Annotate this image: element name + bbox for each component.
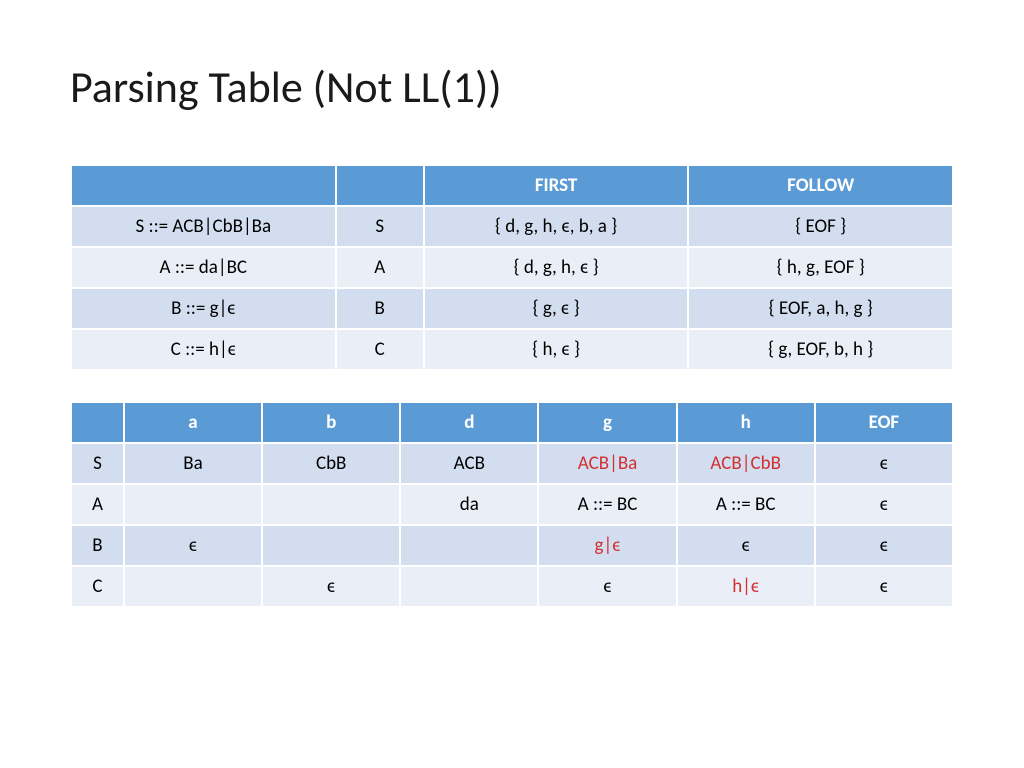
cell-b: CbB bbox=[262, 443, 400, 484]
first-cell: { h, ϵ } bbox=[424, 329, 689, 370]
cell-eof: ϵ bbox=[815, 443, 953, 484]
cell-a: ϵ bbox=[124, 525, 262, 566]
nt-cell: A bbox=[336, 247, 424, 288]
cell-g: A ::= BC bbox=[538, 484, 676, 525]
table-row: SBaCbBACBACB|BaACB|CbBϵ bbox=[71, 443, 953, 484]
nt-cell: S bbox=[336, 206, 424, 247]
nt-cell: C bbox=[336, 329, 424, 370]
grammar-cell: B ::= g|ϵ bbox=[71, 288, 336, 329]
first-cell: { d, g, h, ϵ } bbox=[424, 247, 689, 288]
grammar-cell: C ::= h|ϵ bbox=[71, 329, 336, 370]
header-b: b bbox=[262, 402, 400, 443]
cell-b bbox=[262, 484, 400, 525]
follow-cell: { EOF } bbox=[688, 206, 953, 247]
table-row: C ::= h|ϵ C { h, ϵ } { g, EOF, b, h } bbox=[71, 329, 953, 370]
cell-eof: ϵ bbox=[815, 566, 953, 607]
header-first: FIRST bbox=[424, 165, 689, 206]
header-h: h bbox=[677, 402, 815, 443]
cell-a: Ba bbox=[124, 443, 262, 484]
table-row: Bϵg|ϵϵϵ bbox=[71, 525, 953, 566]
header-grammar bbox=[71, 165, 336, 206]
table-header-row: FIRST FOLLOW bbox=[71, 165, 953, 206]
cell-b: ϵ bbox=[262, 566, 400, 607]
header-eof: EOF bbox=[815, 402, 953, 443]
cell-d bbox=[400, 566, 538, 607]
cell-d: ACB bbox=[400, 443, 538, 484]
cell-g: g|ϵ bbox=[538, 525, 676, 566]
header-d: d bbox=[400, 402, 538, 443]
grammar-cell: S ::= ACB|CbB|Ba bbox=[71, 206, 336, 247]
cell-eof: ϵ bbox=[815, 484, 953, 525]
page-title: Parsing Table (Not LL(1)) bbox=[70, 60, 954, 114]
table-row: B ::= g|ϵ B { g, ϵ } { EOF, a, h, g } bbox=[71, 288, 953, 329]
first-follow-table: FIRST FOLLOW S ::= ACB|CbB|Ba S { d, g, … bbox=[70, 164, 954, 371]
cell-h: ACB|CbB bbox=[677, 443, 815, 484]
nt-cell: B bbox=[336, 288, 424, 329]
follow-cell: { h, g, EOF } bbox=[688, 247, 953, 288]
cell-h: A ::= BC bbox=[677, 484, 815, 525]
cell-a bbox=[124, 484, 262, 525]
table-row: A ::= da|BC A { d, g, h, ϵ } { h, g, EOF… bbox=[71, 247, 953, 288]
first-cell: { g, ϵ } bbox=[424, 288, 689, 329]
table-row: S ::= ACB|CbB|Ba S { d, g, h, ϵ, b, a } … bbox=[71, 206, 953, 247]
header-nonterminal bbox=[336, 165, 424, 206]
header-a: a bbox=[124, 402, 262, 443]
cell-eof: ϵ bbox=[815, 525, 953, 566]
table-header-row: a b d g h EOF bbox=[71, 402, 953, 443]
follow-cell: { EOF, a, h, g } bbox=[688, 288, 953, 329]
header-g: g bbox=[538, 402, 676, 443]
cell-a bbox=[124, 566, 262, 607]
nt-cell: S bbox=[71, 443, 124, 484]
nt-cell: A bbox=[71, 484, 124, 525]
cell-g: ACB|Ba bbox=[538, 443, 676, 484]
header-follow: FOLLOW bbox=[688, 165, 953, 206]
cell-d bbox=[400, 525, 538, 566]
nt-cell: C bbox=[71, 566, 124, 607]
header-blank bbox=[71, 402, 124, 443]
cell-h: h|ϵ bbox=[677, 566, 815, 607]
follow-cell: { g, EOF, b, h } bbox=[688, 329, 953, 370]
nt-cell: B bbox=[71, 525, 124, 566]
cell-h: ϵ bbox=[677, 525, 815, 566]
parsing-table: a b d g h EOF SBaCbBACBACB|BaACB|CbBϵAda… bbox=[70, 401, 954, 608]
table-row: Cϵϵh|ϵϵ bbox=[71, 566, 953, 607]
cell-d: da bbox=[400, 484, 538, 525]
grammar-cell: A ::= da|BC bbox=[71, 247, 336, 288]
cell-g: ϵ bbox=[538, 566, 676, 607]
cell-b bbox=[262, 525, 400, 566]
first-cell: { d, g, h, ϵ, b, a } bbox=[424, 206, 689, 247]
table-row: AdaA ::= BCA ::= BCϵ bbox=[71, 484, 953, 525]
